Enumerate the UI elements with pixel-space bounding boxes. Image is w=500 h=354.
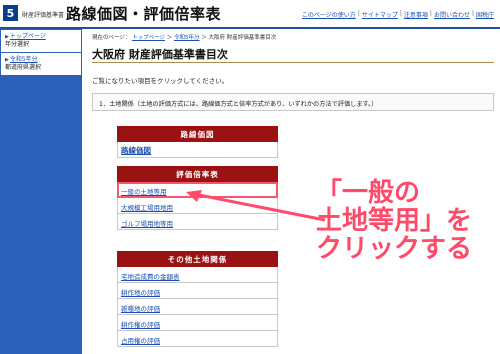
group-header: 評価倍率表 [117,166,278,182]
link-land-development-cost[interactable]: 宅地造成費の金額表 [117,267,278,283]
bullet-icon: ▶ [5,57,9,63]
header-link-sitemap[interactable]: サイトマップ [362,10,398,19]
group-route-price: 路線価図 路線価図 [117,126,278,158]
bullet-icon: ▶ [5,34,9,40]
header-link-nta[interactable]: 国税庁 [476,10,494,19]
logo-subtitle: 財産評価基準書 [22,12,65,19]
sidebar-sub-label: 年分選択 [5,41,30,48]
sidebar-sub-label: 都道府県選択 [5,64,42,71]
sidebar-link-top[interactable]: トップページ [10,33,46,40]
annotation-line: クリックする [316,234,473,264]
annotation-callout: 「一般の 土地等用」を クリックする [316,179,472,263]
breadcrumb-current: 大阪府 財産評価基準書目次 [208,35,277,41]
breadcrumb-prefix: 現在のページ： [92,35,131,41]
sidebar: ▶トップページ 年分選択 ▶令和5年分 都道府県選択 [0,29,82,354]
section-heading-land: 1．土地関係（土地の評価方式には、路線価方式と倍率方式があり、いずれかの方法で評… [92,93,494,111]
header-link-contact[interactable]: お問い合わせ [434,10,470,19]
annotation-line: 「一般の [316,178,421,208]
page-title: 大阪府 財産評価基準書目次 [92,48,228,61]
breadcrumb: 現在のページ： トップページ ＞ 令和5年分 ＞ 大阪府 財産評価基準書目次 [92,35,277,41]
group-header: その他土地関係 [117,251,278,267]
logo-number-box: 5 [3,5,18,21]
link-tenancy-right-evaluation[interactable]: 耕作権の評価 [117,315,278,331]
breadcrumb-link-top[interactable]: トップページ [132,35,165,41]
sidebar-item-top: ▶トップページ 年分選択 [1,30,81,52]
link-separator: | [399,10,402,17]
site-header: 5 財産評価基準書 路線価図・評価倍率表 このページの使い方 | サイトマップ | … [0,0,500,28]
header-link-notes[interactable]: 注意事項 [404,10,428,19]
header-link-howto[interactable]: このページの使い方 [302,10,356,19]
link-separator: | [429,10,432,17]
annotation-line: 土地等用」を [316,206,473,236]
link-separator: | [357,10,360,17]
link-misc-land-evaluation[interactable]: 雑種地の評価 [117,299,278,315]
header-links: このページの使い方 | サイトマップ | 注意事項 | お問い合わせ | 国税庁 [302,10,494,19]
title-divider [92,62,494,63]
site-title[interactable]: 路線価図・評価倍率表 [66,3,221,24]
link-occupancy-right-evaluation[interactable]: 占用権の評価 [117,331,278,347]
annotation-arrow-icon [186,190,326,222]
intro-text: ご覧になりたい項目をクリックしてください。 [92,77,229,85]
group-other-land: その他土地関係 宅地造成費の金額表 耕作地の評価 雑種地の評価 耕作権の評価 占… [117,251,278,347]
breadcrumb-link-year[interactable]: 令和5年分 [174,35,200,41]
link-separator: | [471,10,474,17]
link-farmland-evaluation[interactable]: 耕作地の評価 [117,283,278,299]
link-route-price-map[interactable]: 路線価図 [117,142,278,158]
sidebar-link-year[interactable]: 令和5年分 [10,56,38,63]
group-header: 路線価図 [117,126,278,142]
sidebar-item-year: ▶令和5年分 都道府県選択 [1,53,81,75]
